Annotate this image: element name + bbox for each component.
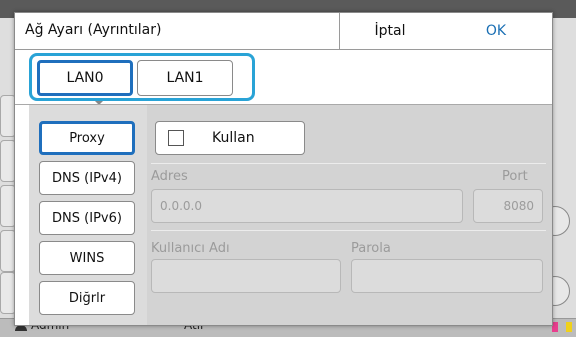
proxy-settings-panel: Kullan Adres Port 0.0.0.0 8080 Kullanıcı… [147,105,552,325]
password-label: Parola [351,241,391,256]
side-item-wins[interactable]: WINS [39,241,135,275]
section-divider [151,230,546,231]
side-item-others[interactable]: Diğrlr [39,281,135,315]
port-field[interactable]: 8080 [473,189,543,223]
username-label: Kullanıcı Adı [151,241,230,256]
address-label: Adres [151,169,188,184]
dialog-title: Ağ Ayarı (Ayrıntılar) [25,22,162,38]
use-proxy-toggle[interactable]: Kullan [155,121,305,155]
ink-level-yellow [566,322,572,332]
side-item-proxy[interactable]: Proxy [39,121,135,155]
username-field[interactable] [151,259,341,293]
side-item-dns-ipv4[interactable]: DNS (IPv4) [39,161,135,195]
address-field[interactable]: 0.0.0.0 [151,189,463,223]
tab-lan1[interactable]: LAN1 [137,60,233,96]
password-field[interactable] [351,259,543,293]
dialog-header: Ağ Ayarı (Ayrıntılar) İptal OK [15,13,552,50]
section-divider [151,163,546,164]
settings-side-menu: Proxy DNS (IPv4) DNS (IPv6) WINS Diğrlr [29,105,147,325]
cancel-button[interactable]: İptal [339,13,441,49]
network-settings-dialog: Ağ Ayarı (Ayrıntılar) İptal OK LAN0 LAN1… [14,12,553,326]
ok-button[interactable]: OK [440,13,552,49]
side-item-dns-ipv6[interactable]: DNS (IPv6) [39,201,135,235]
use-proxy-label: Kullan [212,130,255,146]
checkbox-icon[interactable] [168,130,184,146]
port-label: Port [502,169,528,184]
tab-lan0[interactable]: LAN0 [37,60,133,96]
